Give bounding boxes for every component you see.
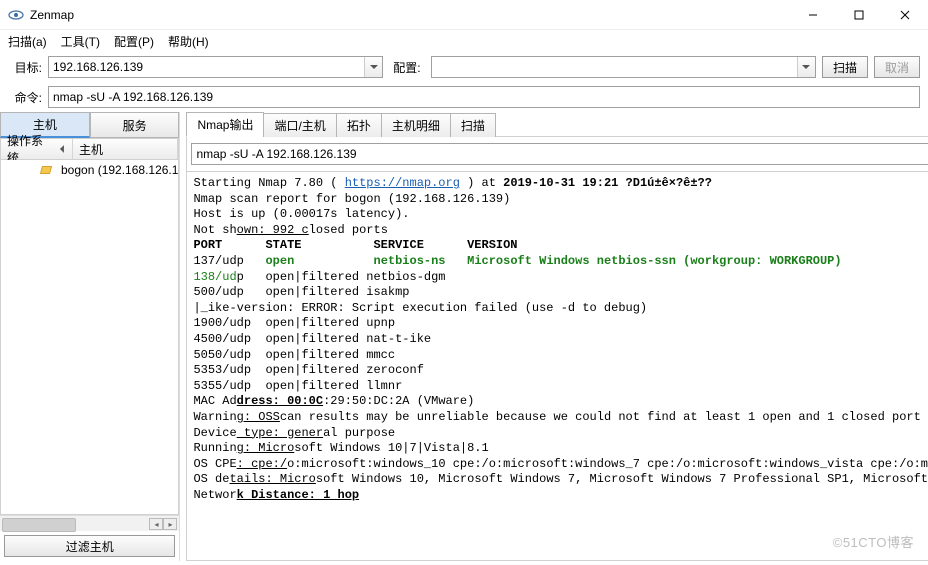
scan-button[interactable]: 扫描 bbox=[822, 56, 868, 78]
target-row: 目标: 192.168.126.139 配置: 扫描 取消 bbox=[0, 52, 928, 82]
target-combo[interactable]: 192.168.126.139 bbox=[48, 56, 383, 78]
menu-profile[interactable]: 配置(P) bbox=[114, 33, 154, 50]
tab-scans[interactable]: 扫描 bbox=[450, 113, 496, 137]
profile-combo[interactable] bbox=[431, 56, 816, 78]
menu-scan[interactable]: 扫描(a) bbox=[8, 33, 47, 50]
command-label: 命令: bbox=[8, 89, 42, 106]
command-value: nmap -sU -A 192.168.126.139 bbox=[53, 90, 213, 104]
tab-services[interactable]: 服务 bbox=[90, 112, 180, 138]
col-host[interactable]: 主机 bbox=[73, 139, 178, 159]
close-button[interactable] bbox=[882, 0, 928, 29]
output-command-value: nmap -sU -A 192.168.126.139 bbox=[196, 147, 356, 161]
profile-label: 配置: bbox=[389, 59, 424, 76]
host-list-header: 操作系统 主机 bbox=[0, 138, 179, 160]
chevron-down-icon[interactable] bbox=[797, 57, 815, 77]
output-command-combo[interactable]: nmap -sU -A 192.168.126.139 bbox=[191, 143, 928, 165]
menu-bar: 扫描(a) 工具(T) 配置(P) 帮助(H) bbox=[0, 30, 928, 52]
nmap-output-text: Starting Nmap 7.80 ( https://nmap.org ) … bbox=[187, 172, 928, 507]
menu-tools[interactable]: 工具(T) bbox=[61, 33, 100, 50]
output-command-bar: nmap -sU -A 192.168.126.139 明细 bbox=[186, 136, 928, 171]
host-os-icon bbox=[40, 166, 52, 174]
command-input[interactable]: nmap -sU -A 192.168.126.139 bbox=[48, 86, 920, 108]
output-tabs: Nmap输出 端口/主机 拓扑 主机明细 扫描 bbox=[186, 112, 928, 136]
window-title: Zenmap bbox=[30, 8, 790, 22]
left-pane: 主机 服务 操作系统 主机 bogon (192.168.126.1 ◂▸ 过滤… bbox=[0, 112, 180, 561]
title-bar: Zenmap bbox=[0, 0, 928, 30]
nmap-output-box[interactable]: Starting Nmap 7.80 ( https://nmap.org ) … bbox=[186, 171, 928, 561]
chevron-down-icon[interactable] bbox=[364, 57, 382, 77]
col-os[interactable]: 操作系统 bbox=[1, 139, 73, 159]
menu-help[interactable]: 帮助(H) bbox=[168, 33, 209, 50]
right-pane: Nmap输出 端口/主机 拓扑 主机明细 扫描 nmap -sU -A 192.… bbox=[180, 112, 928, 561]
host-list[interactable]: bogon (192.168.126.1 bbox=[0, 160, 179, 515]
command-row: 命令: nmap -sU -A 192.168.126.139 bbox=[0, 82, 928, 112]
maximize-button[interactable] bbox=[836, 0, 882, 29]
filter-hosts-button[interactable]: 过滤主机 bbox=[4, 535, 175, 557]
cancel-button[interactable]: 取消 bbox=[874, 56, 920, 78]
target-label: 目标: bbox=[8, 59, 42, 76]
tab-nmap-output[interactable]: Nmap输出 bbox=[186, 112, 264, 137]
tab-topology[interactable]: 拓扑 bbox=[336, 113, 382, 137]
tab-ports-hosts[interactable]: 端口/主机 bbox=[263, 113, 336, 137]
tab-host-details[interactable]: 主机明细 bbox=[381, 113, 451, 137]
chevron-left-icon bbox=[58, 145, 66, 153]
host-row[interactable]: bogon (192.168.126.1 bbox=[1, 160, 178, 180]
app-icon bbox=[8, 7, 24, 23]
target-value: 192.168.126.139 bbox=[53, 60, 143, 74]
horizontal-scrollbar[interactable]: ◂▸ bbox=[0, 515, 179, 531]
host-name: bogon (192.168.126.1 bbox=[61, 163, 178, 177]
minimize-button[interactable] bbox=[790, 0, 836, 29]
